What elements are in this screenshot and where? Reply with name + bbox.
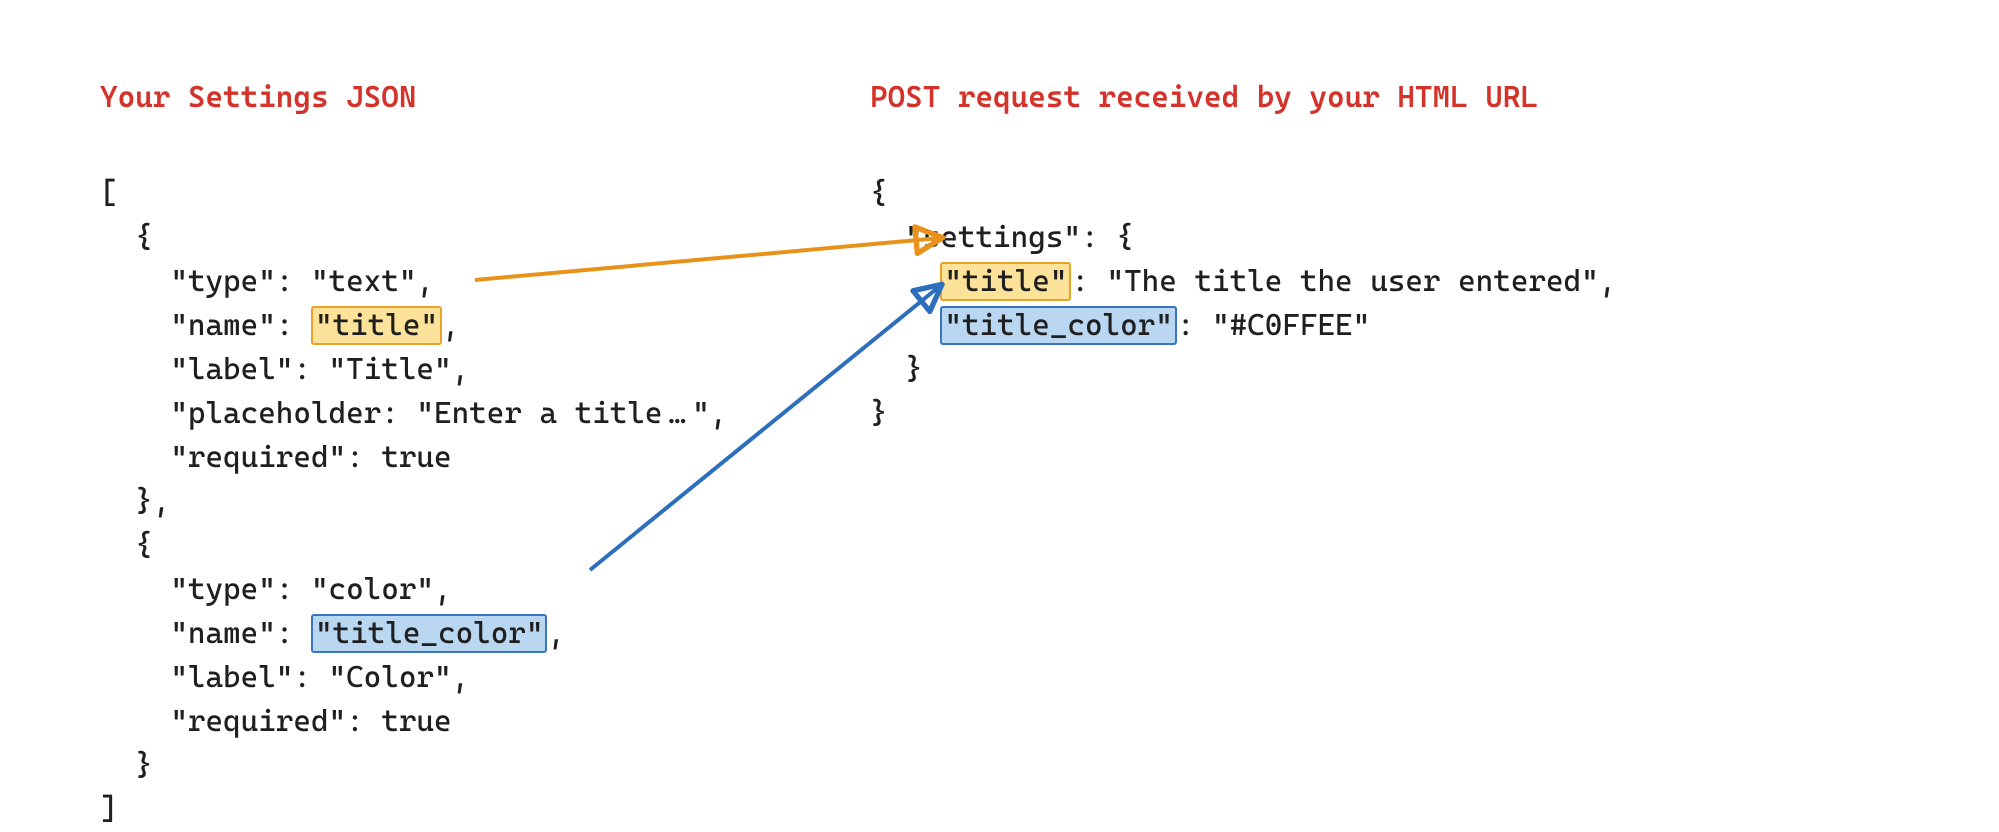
code-line: "name":: [100, 616, 311, 651]
code-line: "type": "color",: [100, 572, 452, 607]
code-line: "settings": {: [870, 220, 1134, 255]
highlight-title-color-source: "title_color": [311, 614, 548, 653]
code-line: {: [100, 528, 153, 563]
code-text: ,: [442, 308, 460, 343]
highlight-title-target: "title": [940, 262, 1071, 301]
code-line: "required": true: [100, 440, 452, 475]
code-line: "placeholder: "Enter a title … ",: [100, 396, 727, 431]
code-line: "label": "Title",: [100, 352, 469, 387]
code-line: },: [100, 484, 170, 519]
code-text: : "The title the user entered",: [1071, 264, 1616, 299]
code-line: }: [870, 352, 923, 387]
code-line: {: [870, 176, 888, 211]
code-line: }: [870, 396, 888, 431]
heading-right: POST request received by your HTML URL: [870, 80, 1538, 115]
code-text: : "#C0FFEE": [1177, 308, 1370, 343]
code-line: [: [100, 176, 118, 211]
code-text: [870, 264, 940, 299]
code-line: "required": true: [100, 704, 452, 739]
settings-json-code: [ { "type": "text", "name": "title", "la…: [100, 128, 727, 832]
heading-left: Your Settings JSON: [100, 80, 416, 115]
code-line: "label": "Color",: [100, 660, 469, 695]
code-text: [870, 308, 940, 343]
highlight-title-color-target: "title_color": [940, 306, 1177, 345]
code-line: {: [100, 220, 153, 255]
highlight-title-source: "title": [311, 306, 442, 345]
post-body-code: { "settings": { "title": "The title the …: [870, 128, 1616, 436]
diagram-stage: Your Settings JSON POST request received…: [0, 0, 1999, 812]
code-line: }: [100, 748, 153, 783]
code-line: "type": "text",: [100, 264, 434, 299]
code-text: ,: [547, 616, 565, 651]
code-line: "name":: [100, 308, 311, 343]
code-line: ]: [100, 792, 118, 827]
